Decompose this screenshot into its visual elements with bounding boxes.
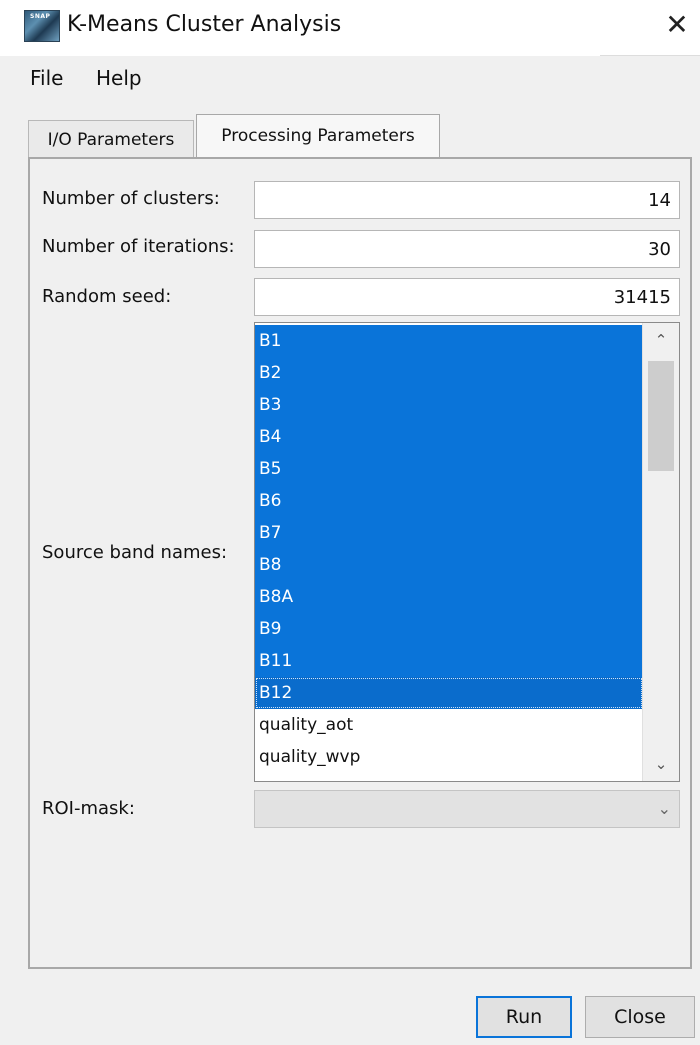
scroll-thumb[interactable] (648, 361, 674, 471)
run-button[interactable]: Run (476, 996, 572, 1038)
clusters-label: Number of clusters: (42, 188, 220, 209)
list-item-quality-aot[interactable]: quality_aot (255, 709, 643, 741)
window-title: K-Means Cluster Analysis (67, 12, 342, 37)
tab-processing-parameters[interactable]: Processing Parameters (196, 114, 440, 158)
menu-separator (600, 55, 700, 56)
list-item-b6[interactable]: B6 (255, 485, 643, 517)
app-icon-text: SNAP (30, 13, 51, 20)
tab-io-parameters[interactable]: I/O Parameters (28, 120, 194, 158)
menu-help[interactable]: Help (96, 66, 142, 90)
close-window-icon[interactable]: ✕ (660, 8, 694, 42)
list-item-b2[interactable]: B2 (255, 357, 643, 389)
list-item-b5[interactable]: B5 (255, 453, 643, 485)
snap-app-icon: SNAP (24, 10, 60, 42)
scroll-down-icon[interactable]: ⌄ (643, 749, 679, 779)
seed-label: Random seed: (42, 286, 172, 307)
list-item-b11[interactable]: B11 (255, 645, 643, 677)
iterations-input[interactable]: 30 (254, 230, 680, 268)
title-bar: SNAP K-Means Cluster Analysis ✕ (0, 0, 700, 56)
bands-label: Source band names: (42, 542, 228, 563)
list-item-b12[interactable]: B12 (255, 677, 643, 709)
list-item-b8a[interactable]: B8A (255, 581, 643, 613)
source-bands-list[interactable]: B1 B2 B3 B4 B5 B6 B7 B8 B8A B9 B11 B12 q… (254, 322, 680, 782)
list-item-b4[interactable]: B4 (255, 421, 643, 453)
close-button[interactable]: Close (585, 996, 695, 1038)
clusters-input[interactable]: 14 (254, 181, 680, 219)
seed-input[interactable]: 31415 (254, 278, 680, 316)
list-item-b9[interactable]: B9 (255, 613, 643, 645)
list-item-b3[interactable]: B3 (255, 389, 643, 421)
list-item-b7[interactable]: B7 (255, 517, 643, 549)
list-item-b1[interactable]: B1 (255, 325, 643, 357)
iterations-label: Number of iterations: (42, 236, 235, 257)
menu-file[interactable]: File (30, 66, 63, 90)
chevron-down-icon: ⌄ (657, 799, 671, 818)
list-item-b8[interactable]: B8 (255, 549, 643, 581)
roi-label: ROI-mask: (42, 798, 135, 819)
list-scrollbar[interactable]: ⌃ ⌄ (642, 323, 679, 781)
scroll-up-icon[interactable]: ⌃ (643, 325, 679, 355)
list-item-quality-wvp[interactable]: quality_wvp (255, 741, 643, 773)
roi-mask-select[interactable]: ⌄ (254, 790, 680, 828)
